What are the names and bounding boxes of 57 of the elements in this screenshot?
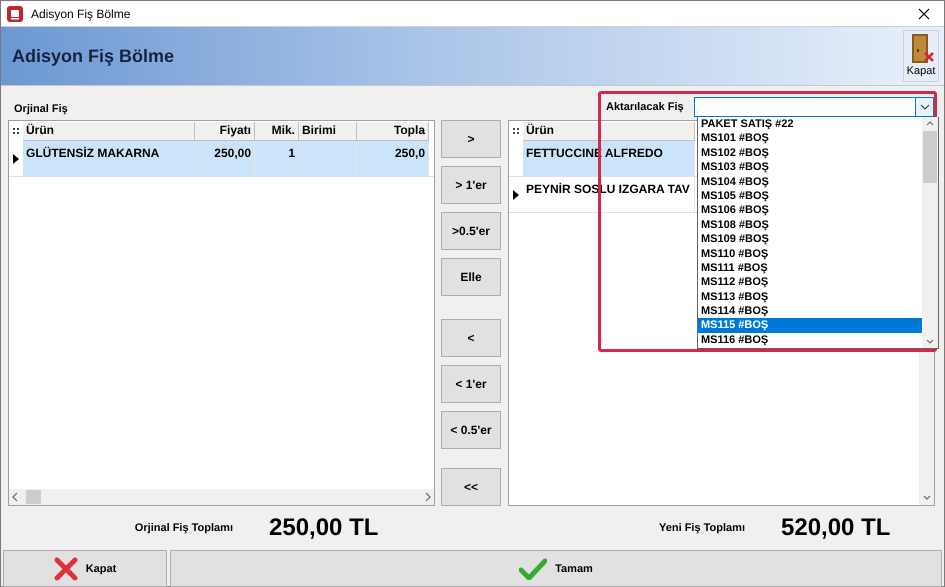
move-button[interactable]: < 1'er bbox=[441, 365, 501, 403]
move-button[interactable]: < 0.5'er bbox=[441, 411, 501, 449]
dropdown-item[interactable]: PAKET SATIŞ #22 bbox=[698, 117, 922, 132]
dropdown-item[interactable]: MS111 #BOŞ bbox=[698, 260, 922, 276]
move-button[interactable]: >0.5'er bbox=[441, 212, 501, 250]
column-header[interactable]: Mik. bbox=[255, 122, 299, 141]
window-title: Adisyon Fiş Bölme bbox=[31, 6, 130, 20]
scroll-thumb[interactable] bbox=[923, 131, 937, 183]
grip-icon bbox=[513, 128, 519, 134]
dropdown-item[interactable]: MS108 #BOŞ bbox=[698, 218, 922, 232]
move-button[interactable]: > 1'er bbox=[441, 166, 501, 204]
total-label: Orjinal Fiş Toplamı bbox=[134, 522, 233, 534]
column-header[interactable]: Birimi bbox=[299, 122, 357, 141]
dropdown-item[interactable]: MS105 #BOŞ bbox=[698, 188, 922, 204]
dropdown-item[interactable]: MS112 #BOŞ bbox=[698, 275, 922, 290]
table-cell: 1 bbox=[255, 141, 299, 176]
column-header[interactable]: Ürün bbox=[523, 122, 695, 141]
dropdown-item[interactable]: MS116 #BOŞ bbox=[698, 332, 922, 348]
dropdown-item[interactable]: MS103 #BOŞ bbox=[698, 160, 922, 175]
dropdown-item[interactable]: MS114 #BOŞ bbox=[698, 304, 922, 318]
dropdown-item[interactable]: MS104 #BOŞ bbox=[698, 174, 922, 189]
dropdown-item[interactable]: MS102 #BOŞ bbox=[698, 146, 922, 160]
move-button[interactable]: < bbox=[441, 319, 501, 357]
app-icon bbox=[7, 6, 23, 22]
table-cell: GLÜTENSİZ MAKARNA bbox=[23, 141, 195, 176]
move-button[interactable]: << bbox=[441, 468, 501, 506]
grid-label: Orjinal Fiş bbox=[13, 102, 68, 117]
move-button[interactable]: Elle bbox=[441, 258, 501, 296]
column-header[interactable]: Topla bbox=[357, 122, 429, 141]
receipt-dropdown[interactable] bbox=[694, 96, 934, 116]
dropdown-item[interactable]: MS113 #BOŞ bbox=[698, 290, 922, 304]
column-header[interactable]: Ürün bbox=[23, 122, 195, 141]
header-title: Adisyon Fiş Bölme bbox=[12, 46, 176, 66]
horizontal-scrollbar[interactable] bbox=[9, 489, 434, 505]
scroll-thumb[interactable] bbox=[26, 490, 41, 504]
dropdown-item[interactable]: MS110 #BOŞ bbox=[698, 246, 922, 261]
total-label: Yeni Fiş Toplamı bbox=[658, 522, 745, 534]
total-amount: 520,00 TL bbox=[781, 514, 890, 542]
close-icon[interactable] bbox=[918, 8, 930, 20]
chevron-down-icon bbox=[920, 104, 930, 110]
check-icon bbox=[519, 558, 548, 580]
dropdown-item[interactable]: MS101 #BOŞ bbox=[698, 131, 922, 146]
footer-button[interactable]: Tamam bbox=[170, 550, 942, 587]
move-button[interactable]: > bbox=[441, 120, 501, 158]
total-amount: 250,00 TL bbox=[269, 514, 378, 542]
footer-button[interactable]: Kapat bbox=[3, 550, 167, 587]
dropdown-item[interactable]: MS109 #BOŞ bbox=[698, 232, 922, 247]
grip-icon bbox=[13, 128, 19, 134]
cross-icon bbox=[54, 556, 78, 580]
table-cell: 250,00 bbox=[195, 141, 255, 176]
column-header[interactable]: Fiyatı bbox=[195, 122, 255, 141]
table-cell: 250,0 bbox=[357, 141, 429, 176]
list-scrollbar[interactable] bbox=[922, 117, 938, 348]
close-button[interactable]: Kapat bbox=[903, 30, 939, 82]
dropdown-label: Aktarılacak Fiş bbox=[606, 100, 685, 112]
dropdown-item[interactable]: MS115 #BOŞ bbox=[698, 318, 922, 333]
dropdown-item[interactable]: MS106 #BOŞ bbox=[698, 203, 922, 218]
